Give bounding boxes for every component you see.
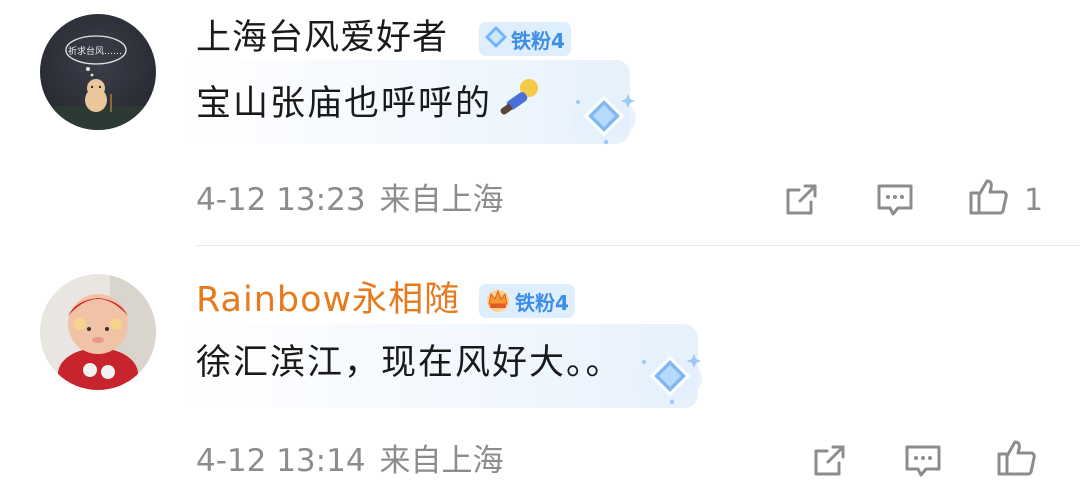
comment-item: Rainbow永相随 铁粉4 徐汇滨江，现在风好大。。 4-12 13:14 来自… (0, 246, 1080, 501)
like-button[interactable] (994, 435, 1040, 481)
comment-text: 宝山张庙也呼呼的 (196, 76, 542, 134)
comment-text: 徐汇滨江，现在风好大。。 (196, 343, 623, 383)
diamond-decoration-icon (570, 88, 640, 152)
comment-icon (877, 184, 913, 216)
share-icon (786, 184, 817, 215)
like-button[interactable] (966, 174, 1012, 220)
username[interactable]: Rainbow永相随 (196, 278, 460, 322)
fan-badge[interactable]: 铁粉4 (479, 284, 575, 318)
reply-button[interactable] (872, 177, 918, 223)
comment-meta: 4-12 13:23 来自上海 (196, 180, 504, 220)
blowing-person-emoji-icon (496, 76, 542, 134)
diamond-icon (483, 24, 509, 54)
comment-item: 祈求台风…… 上海台风爱好者 铁粉4 宝山张庙也呼呼的 4-12 13:23 来… (0, 0, 1080, 245)
thumbs-up-icon (969, 179, 1008, 215)
badge-label: 铁粉4 (511, 28, 565, 53)
avatar[interactable]: 祈求台风…… (40, 14, 156, 130)
share-icon (814, 445, 845, 476)
reply-button[interactable] (900, 438, 946, 484)
share-button[interactable] (806, 438, 852, 484)
username[interactable]: 上海台风爱好者 (196, 16, 448, 60)
comment-text-body: 宝山张庙也呼呼的 (196, 84, 493, 124)
comment-icon (905, 445, 941, 477)
comment-meta: 4-12 13:14 来自上海 (196, 441, 504, 481)
fan-badge[interactable]: 铁粉4 (479, 22, 571, 56)
crown-icon (483, 284, 513, 318)
thumbs-up-icon (997, 440, 1036, 476)
share-button[interactable] (778, 177, 824, 223)
comment-location: 来自上海 (379, 443, 504, 479)
avatar-caption: 祈求台风…… (68, 47, 123, 57)
comment-date: 4-12 13:14 (196, 443, 366, 479)
avatar[interactable] (40, 274, 156, 390)
comment-date: 4-12 13:23 (196, 182, 366, 218)
comment-location: 来自上海 (379, 182, 504, 218)
like-count: 1 (1024, 183, 1044, 218)
badge-label: 铁粉4 (515, 290, 569, 315)
diamond-decoration-icon (636, 348, 706, 412)
